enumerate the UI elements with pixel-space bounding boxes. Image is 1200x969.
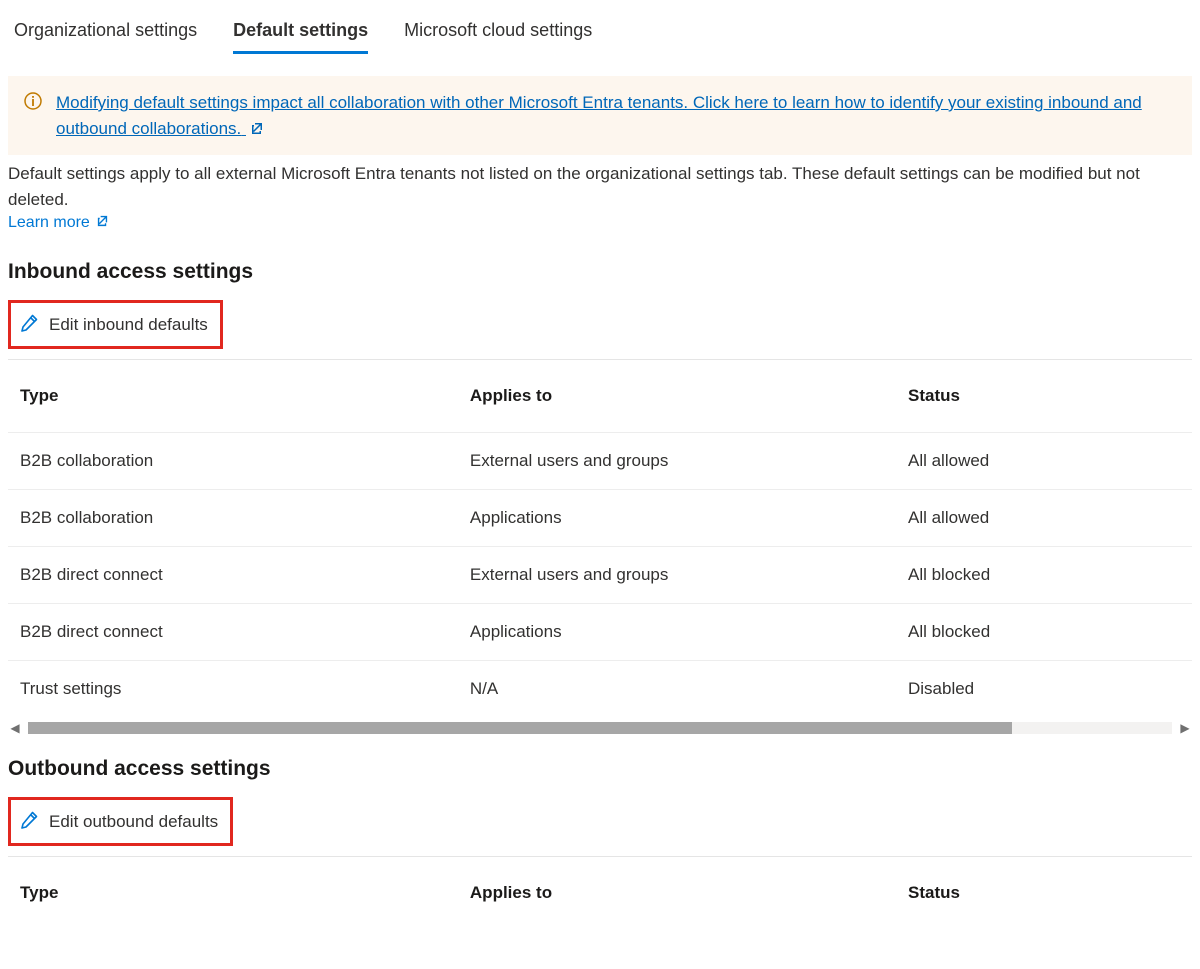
cell-applies: Applications <box>458 604 896 661</box>
cell-type: B2B direct connect <box>8 604 458 661</box>
learn-more-link[interactable]: Learn more <box>8 214 109 232</box>
cell-status: All allowed <box>896 433 1192 490</box>
outbound-table: Type Applies to Status <box>8 856 1192 929</box>
cell-status: All allowed <box>896 490 1192 547</box>
table-row[interactable]: B2B direct connect Applications All bloc… <box>8 604 1192 661</box>
tab-organizational-settings[interactable]: Organizational settings <box>14 20 197 54</box>
table-row[interactable]: B2B collaboration Applications All allow… <box>8 490 1192 547</box>
info-banner-link[interactable]: Modifying default settings impact all co… <box>56 90 1176 141</box>
edit-inbound-label: Edit inbound defaults <box>49 315 208 335</box>
horizontal-scrollbar[interactable]: ◀ ▶ <box>8 721 1192 735</box>
edit-icon <box>19 313 39 336</box>
edit-outbound-label: Edit outbound defaults <box>49 812 218 832</box>
col-status[interactable]: Status <box>896 360 1192 433</box>
scrollbar-track[interactable] <box>28 722 1172 734</box>
table-row[interactable]: B2B direct connect External users and gr… <box>8 547 1192 604</box>
table-row[interactable]: B2B collaboration External users and gro… <box>8 433 1192 490</box>
col-applies[interactable]: Applies to <box>458 360 896 433</box>
cell-status: All blocked <box>896 547 1192 604</box>
col-status[interactable]: Status <box>896 857 1192 929</box>
scroll-left-icon[interactable]: ◀ <box>8 721 22 735</box>
outbound-heading: Outbound access settings <box>8 757 1192 781</box>
cell-applies: External users and groups <box>458 433 896 490</box>
cell-type: B2B collaboration <box>8 433 458 490</box>
col-type[interactable]: Type <box>8 360 458 433</box>
edit-inbound-defaults-button[interactable]: Edit inbound defaults <box>8 300 223 349</box>
cell-type: B2B direct connect <box>8 547 458 604</box>
scrollbar-thumb[interactable] <box>28 722 1012 734</box>
col-type[interactable]: Type <box>8 857 458 929</box>
table-row[interactable]: Trust settings N/A Disabled <box>8 661 1192 718</box>
description-text: Default settings apply to all external M… <box>8 161 1192 212</box>
external-link-icon <box>246 119 264 138</box>
external-link-icon <box>96 214 109 232</box>
edit-icon <box>19 810 39 833</box>
scroll-right-icon[interactable]: ▶ <box>1178 721 1192 735</box>
tabs-bar: Organizational settings Default settings… <box>8 12 1192 54</box>
tab-default-settings[interactable]: Default settings <box>233 20 368 54</box>
info-banner: Modifying default settings impact all co… <box>8 76 1192 155</box>
cell-applies: N/A <box>458 661 896 718</box>
cell-status: All blocked <box>896 604 1192 661</box>
inbound-table: Type Applies to Status B2B collaboration… <box>8 359 1192 717</box>
cell-type: B2B collaboration <box>8 490 458 547</box>
tab-microsoft-cloud-settings[interactable]: Microsoft cloud settings <box>404 20 592 54</box>
cell-applies: External users and groups <box>458 547 896 604</box>
col-applies[interactable]: Applies to <box>458 857 896 929</box>
edit-outbound-defaults-button[interactable]: Edit outbound defaults <box>8 797 233 846</box>
cell-applies: Applications <box>458 490 896 547</box>
cell-type: Trust settings <box>8 661 458 718</box>
info-banner-text: Modifying default settings impact all co… <box>56 93 1142 138</box>
cell-status: Disabled <box>896 661 1192 718</box>
inbound-heading: Inbound access settings <box>8 260 1192 284</box>
info-icon <box>24 92 42 113</box>
learn-more-label: Learn more <box>8 214 90 232</box>
